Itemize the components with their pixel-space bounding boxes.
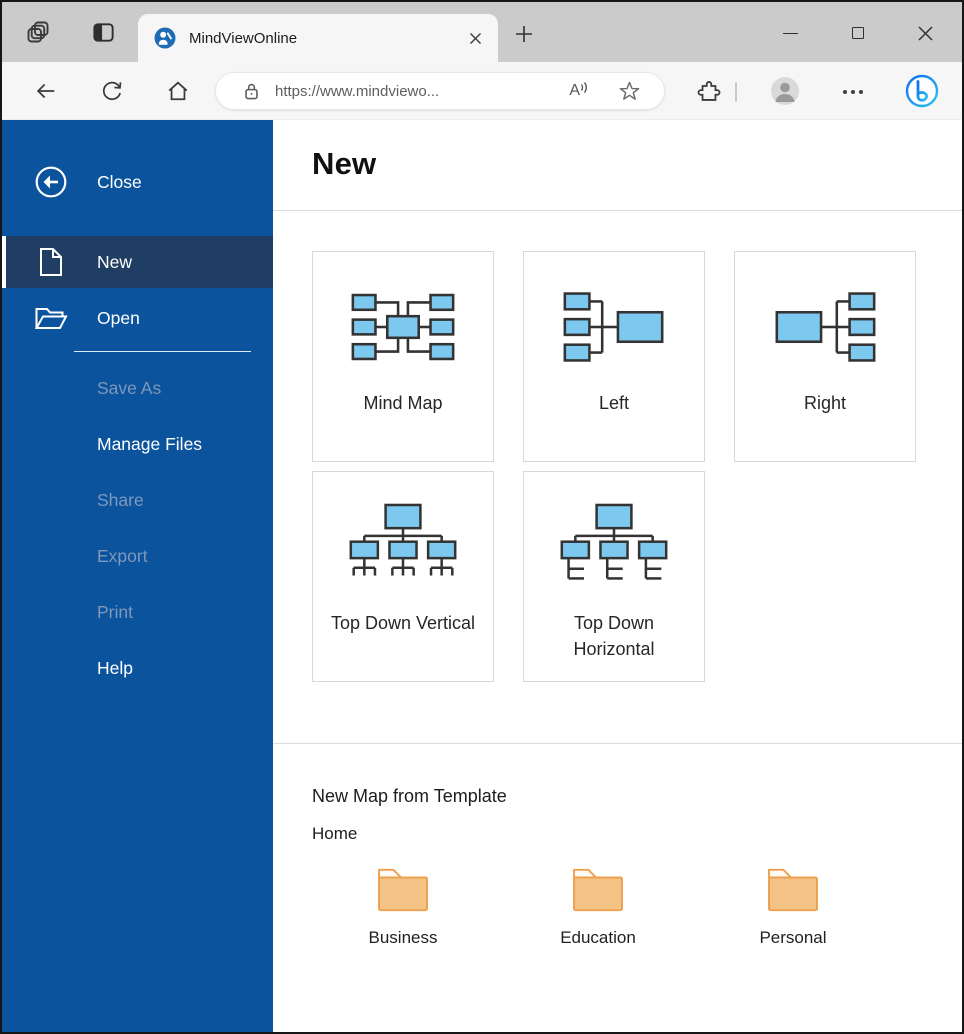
url-text[interactable]: https://www.mindviewo...: [275, 83, 569, 100]
file-menu-sidebar: Close New Open Save As Manage Files Shar…: [2, 120, 273, 1032]
window-maximize-button[interactable]: [835, 10, 881, 56]
open-folder-icon: [31, 305, 71, 332]
sidebar-item-share: Share: [97, 489, 144, 510]
folder-business[interactable]: Business: [343, 866, 463, 948]
window-close-button[interactable]: [902, 10, 948, 56]
folder-icon: [768, 868, 818, 912]
left-diagram-icon: [555, 268, 673, 386]
sidebar-item-label: New: [97, 251, 133, 272]
tab-strip: MindViewOnline: [2, 2, 962, 62]
section-divider: [273, 743, 962, 744]
folder-label: Business: [368, 928, 438, 947]
profile-avatar[interactable]: [770, 76, 800, 106]
back-circle-icon: [31, 165, 71, 199]
folder-label: Education: [560, 928, 636, 947]
top-down-horizontal-diagram-icon: [556, 488, 672, 606]
sidebar-item-label: Close: [97, 171, 142, 192]
star-icon[interactable]: [619, 81, 640, 102]
template-card-top-down-horizontal[interactable]: Top Down Horizontal: [523, 471, 705, 682]
page-title: New: [312, 146, 377, 181]
template-section-title: New Map from Template: [312, 786, 507, 806]
read-aloud-icon[interactable]: A: [569, 82, 589, 100]
template-cards: Mind Map Left Right Top Down Vertical To…: [312, 251, 920, 682]
sidebar-item-label: Open: [97, 307, 140, 328]
main-content: New Mind Map Left Right Top Down Vertica…: [273, 120, 962, 1032]
template-folders: Business Education Personal: [273, 866, 962, 948]
address-bar[interactable]: https://www.mindviewo... A: [215, 72, 665, 110]
tab-close-icon[interactable]: [464, 27, 486, 49]
extensions-puzzle-icon[interactable]: [696, 79, 722, 105]
sidebar-item-help[interactable]: Help: [2, 653, 273, 683]
browser-tab[interactable]: MindViewOnline: [138, 14, 498, 62]
sidebar-item-close[interactable]: Close: [2, 156, 273, 208]
browser-toolbar: https://www.mindviewo... A: [2, 62, 962, 120]
toolbar-divider: [735, 82, 737, 102]
sidebar-item-save-as: Save As: [97, 377, 162, 398]
sidebar-item-export: Export: [97, 545, 148, 566]
top-down-vertical-diagram-icon: [345, 488, 461, 606]
sidebar-item-manage-files[interactable]: Manage Files: [2, 429, 273, 459]
template-card-right[interactable]: Right: [734, 251, 916, 462]
vertical-tabs-icon[interactable]: [90, 19, 116, 45]
template-card-label: Left: [598, 393, 630, 413]
home-icon[interactable]: [165, 78, 191, 104]
sidebar-item-print: Print: [97, 601, 133, 622]
folder-label: Personal: [759, 928, 827, 947]
folder-personal[interactable]: Personal: [733, 866, 853, 948]
template-card-label: Mind Map: [363, 393, 443, 413]
back-icon[interactable]: [33, 78, 59, 104]
workspaces-icon[interactable]: [24, 18, 52, 46]
document-icon: [31, 247, 71, 277]
template-card-mind-map[interactable]: Mind Map: [312, 251, 494, 462]
template-card-top-down-vertical[interactable]: Top Down Vertical: [312, 471, 494, 682]
mindview-logo-icon: [154, 27, 176, 49]
template-card-label: Top Down Vertical: [330, 613, 476, 633]
heading-divider: [273, 210, 962, 211]
bing-chat-icon[interactable]: [905, 74, 939, 108]
template-group-label: Home: [312, 824, 358, 843]
template-card-label: Right: [803, 393, 847, 413]
new-tab-button[interactable]: [510, 20, 538, 48]
mind-map-diagram-icon: [344, 268, 462, 386]
folder-education[interactable]: Education: [538, 866, 658, 948]
tab-title: MindViewOnline: [189, 29, 298, 47]
sidebar-item-open[interactable]: Open: [2, 292, 273, 344]
folder-icon: [573, 868, 623, 912]
lock-icon[interactable]: [244, 82, 259, 101]
more-dots-icon[interactable]: [841, 89, 865, 95]
window-minimize-button[interactable]: [767, 10, 813, 56]
right-diagram-icon: [766, 268, 884, 386]
template-card-left[interactable]: Left: [523, 251, 705, 462]
sidebar-item-new[interactable]: New: [2, 236, 273, 288]
folder-icon: [378, 868, 428, 912]
template-card-label: Top Down Horizontal: [573, 613, 655, 659]
sidebar-divider: [74, 351, 251, 352]
refresh-icon[interactable]: [99, 78, 125, 104]
